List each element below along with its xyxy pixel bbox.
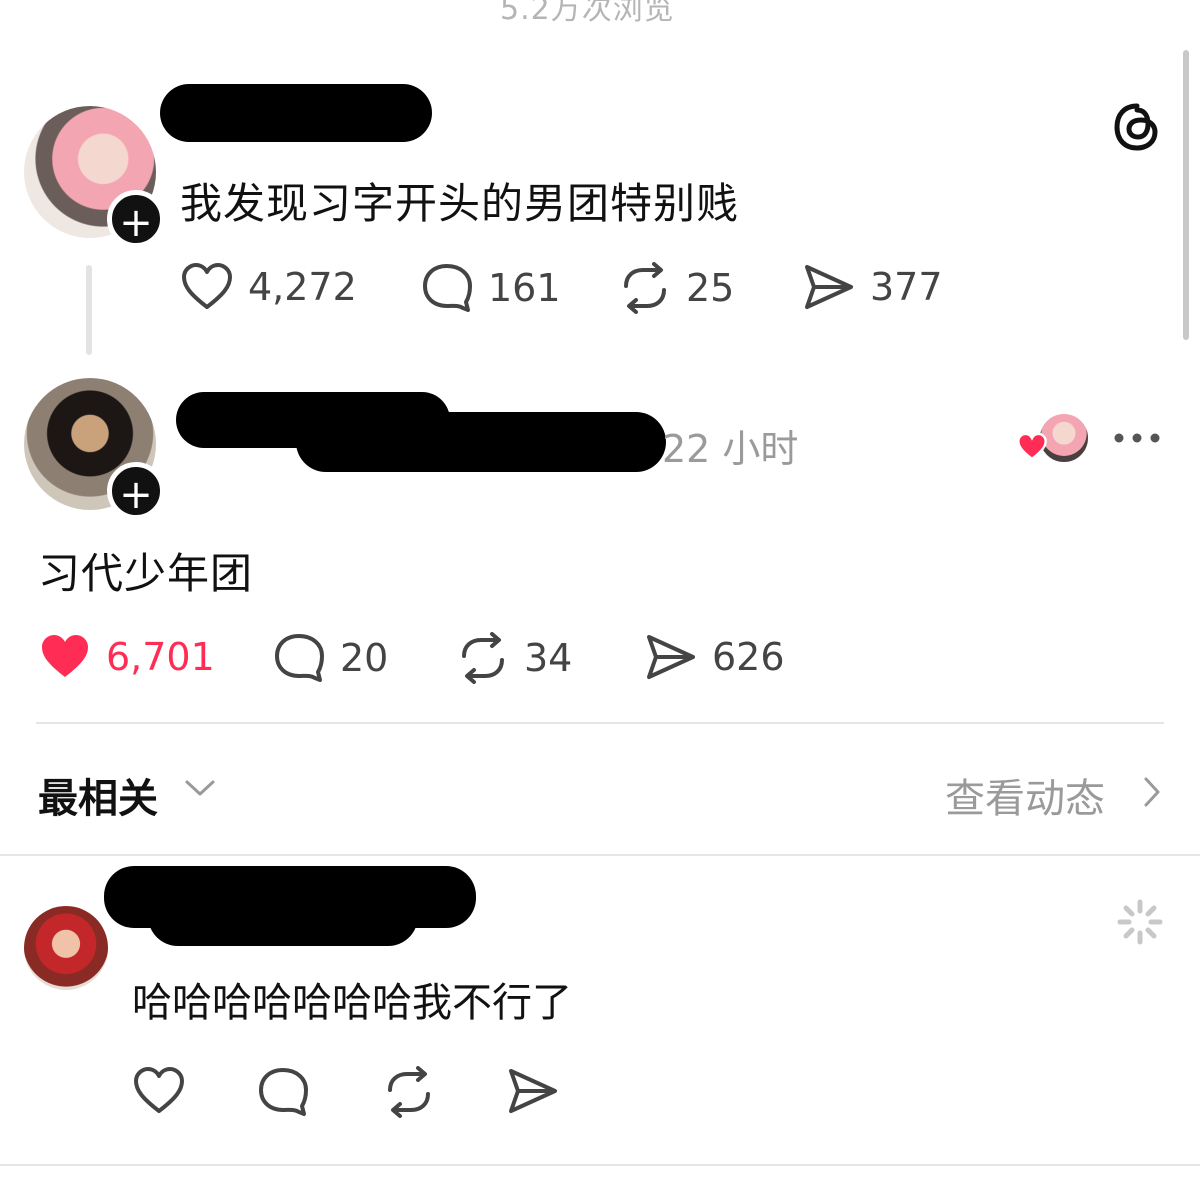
reply-text: 哈哈哈哈哈哈哈我不行了 bbox=[132, 980, 572, 1026]
redacted-username bbox=[160, 84, 432, 142]
reply-repost-button[interactable] bbox=[382, 1066, 436, 1122]
parent-repost-count: 25 bbox=[686, 266, 735, 310]
redacted-username bbox=[296, 412, 666, 472]
post-comment-button[interactable]: 20 bbox=[272, 632, 388, 684]
post-like-button[interactable]: 6,701 bbox=[38, 632, 215, 682]
parent-repost-button[interactable]: 25 bbox=[618, 262, 734, 314]
repost-icon bbox=[624, 262, 666, 314]
sort-label: 最相关 bbox=[38, 776, 158, 822]
chevron-down-icon[interactable] bbox=[184, 778, 216, 802]
post-comment-count: 20 bbox=[340, 636, 389, 680]
divider bbox=[0, 854, 1200, 856]
thread-connector-line bbox=[86, 265, 92, 355]
reply-author-avatar[interactable] bbox=[24, 906, 108, 990]
divider bbox=[0, 1164, 1200, 1166]
follow-plus-button[interactable]: + bbox=[107, 462, 165, 520]
parent-like-count: 4,272 bbox=[248, 265, 357, 309]
view-activity-label: 查看动态 bbox=[945, 776, 1105, 822]
repost-icon bbox=[388, 1066, 430, 1118]
more-dots-icon[interactable] bbox=[1112, 425, 1162, 455]
post-repost-button[interactable]: 34 bbox=[456, 632, 572, 684]
reply-like-button[interactable] bbox=[132, 1066, 186, 1120]
sort-dropdown[interactable]: 最相关 bbox=[38, 766, 158, 824]
parent-like-button[interactable]: 4,272 bbox=[180, 262, 357, 312]
send-icon bbox=[647, 635, 695, 679]
scrollbar[interactable] bbox=[1183, 50, 1189, 340]
view-count: 5.2万次浏览 bbox=[500, 0, 675, 27]
parent-share-button[interactable]: 377 bbox=[802, 262, 943, 312]
view-activity-link[interactable]: 查看动态 bbox=[945, 766, 1105, 824]
liked-by-heart-icon bbox=[1016, 432, 1048, 466]
post-text: 习代少年团 bbox=[38, 549, 254, 598]
send-icon bbox=[805, 265, 853, 309]
post-share-count: 626 bbox=[712, 635, 785, 679]
threads-logo-icon[interactable] bbox=[1110, 100, 1164, 158]
divider bbox=[36, 722, 1164, 724]
heart-icon bbox=[182, 263, 232, 309]
reply-comment-button[interactable] bbox=[256, 1066, 310, 1122]
send-icon bbox=[509, 1069, 557, 1113]
comment-bubble-icon bbox=[423, 264, 472, 312]
comment-bubble-icon bbox=[259, 1068, 308, 1116]
post-share-button[interactable]: 626 bbox=[644, 632, 785, 682]
post-time: 22 小时 bbox=[662, 427, 799, 471]
reply-share-button[interactable] bbox=[506, 1066, 560, 1120]
heart-icon bbox=[134, 1067, 184, 1113]
heart-filled-icon bbox=[42, 635, 88, 677]
parent-share-count: 377 bbox=[870, 265, 943, 309]
loading-spinner-icon bbox=[1116, 898, 1164, 950]
parent-comment-button[interactable]: 161 bbox=[420, 262, 561, 314]
repost-icon bbox=[462, 632, 504, 684]
parent-post-text: 我发现习字开头的男团特别贱 bbox=[180, 179, 740, 228]
post-repost-count: 34 bbox=[524, 636, 573, 680]
parent-comment-count: 161 bbox=[488, 266, 561, 310]
chevron-right-icon[interactable] bbox=[1142, 776, 1162, 812]
follow-plus-button[interactable]: + bbox=[107, 190, 165, 248]
post-like-count: 6,701 bbox=[106, 635, 215, 679]
redacted-username bbox=[148, 880, 418, 946]
comment-bubble-icon bbox=[275, 634, 324, 682]
